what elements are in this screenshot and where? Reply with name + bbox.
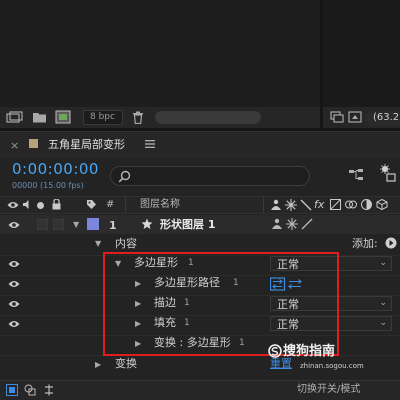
frame-rate-label: 00000 (15.00 fps) [12,181,84,190]
panel-menu-icon[interactable] [145,140,155,148]
thumbnail-slider[interactable] [155,111,261,124]
add-menu-icon[interactable] [385,237,397,249]
collapse-switch-header-icon[interactable] [285,199,297,211]
quality-switch-header-icon[interactable] [300,199,312,211]
close-tab-icon[interactable]: × [10,140,19,151]
3d-layer-header-icon[interactable] [376,199,388,210]
stroke-visibility-eye-icon[interactable] [8,300,20,308]
column-divider [125,197,126,213]
layer-index: 1 [109,219,117,232]
motion-blur-header-icon[interactable] [345,199,358,210]
current-time-display[interactable]: 0:00:00:00 [12,162,99,177]
expand-contents-triangle-icon[interactable]: ▼ [95,240,101,248]
solo-header-icon[interactable] [37,202,44,209]
expand-layer-triangle-icon[interactable]: ▼ [73,221,79,229]
adjustment-layer-header-icon[interactable] [361,199,372,210]
path-visibility-eye-icon[interactable] [8,280,20,288]
trash-icon[interactable] [132,111,144,124]
comp-label-color-icon [29,139,38,148]
new-composition-icon[interactable] [55,110,71,124]
transfer-controls-toggle-icon[interactable] [24,384,36,396]
in-out-toggle-icon[interactable] [43,384,55,396]
search-icon [118,170,131,183]
reset-link[interactable]: 重置 [270,358,292,369]
contents-label: 内容 [115,237,137,250]
column-header-number: # [106,199,115,210]
lock-checkbox[interactable] [53,219,64,230]
snapshot-icon[interactable] [330,111,344,123]
sogou-logo-icon [268,344,282,358]
chevron-down-icon: ⌄ [379,298,387,308]
show-snapshot-icon[interactable] [348,111,362,123]
toggle-switches-modes-label[interactable]: 切换开关/模式 [297,385,360,395]
interpret-footage-icon[interactable] [6,111,24,124]
highlight-annotation-box [103,252,339,356]
chevron-down-icon: ⌄ [379,258,387,268]
shy-switch-header-icon[interactable] [270,199,282,211]
draft-3d-icon[interactable] [380,164,398,184]
audio-header-icon[interactable] [22,199,33,210]
watermark-text: 搜狗指南 [283,344,336,359]
layer-switches-toggle-icon[interactable] [6,384,18,396]
lock-header-icon[interactable] [52,199,61,210]
folder-icon[interactable] [32,111,47,123]
layer-search-input[interactable] [110,166,310,186]
frame-blend-header-icon[interactable] [330,199,341,210]
comp-flowchart-icon[interactable] [348,168,364,182]
layer-label-color[interactable] [87,218,99,230]
shape-layer-star-icon [141,218,153,230]
effects-switch-header-icon[interactable]: fx [314,199,324,210]
solo-checkbox[interactable] [37,219,48,230]
layer-collapse-switch-icon[interactable] [286,218,298,230]
tab-comp-name[interactable]: 五角星局部变形 [48,139,125,150]
layer-name[interactable]: 形状图层 1 [160,219,215,230]
chevron-down-icon: ⌄ [379,318,387,328]
zoom-readout[interactable]: (63.2 [366,111,400,126]
layer-shy-switch-icon[interactable] [271,218,283,230]
transform-label[interactable]: 变换 [115,358,137,369]
column-header-layer-name[interactable]: 图层名称 [140,200,180,210]
label-tag-icon[interactable] [86,199,97,210]
add-label[interactable]: 添加: [352,238,378,249]
video-visibility-header-icon[interactable] [7,201,19,209]
layer-visibility-eye-icon[interactable] [8,221,20,229]
bit-depth-button[interactable]: 8 bpc [83,110,123,125]
watermark-url: zhinan.sogou.com [300,362,364,370]
column-divider [263,197,264,213]
expand-layer-transform-triangle-icon[interactable]: ▶ [95,361,101,369]
fill-visibility-eye-icon[interactable] [8,320,20,328]
layer-quality-switch-icon[interactable] [301,218,313,230]
group-visibility-eye-icon[interactable] [8,260,20,268]
